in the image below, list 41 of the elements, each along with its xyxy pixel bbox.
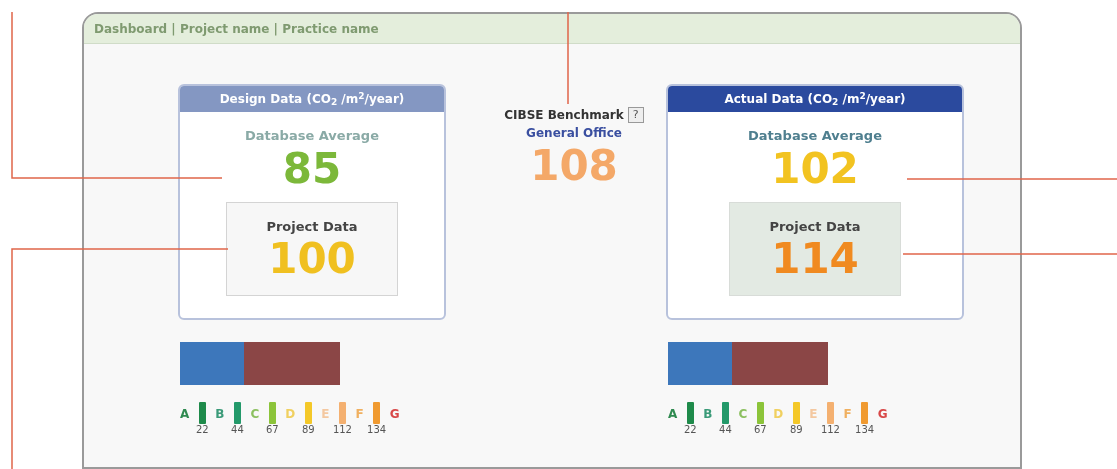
threshold-value: 134	[855, 424, 875, 436]
grade-letter: A	[180, 406, 190, 423]
grade-letter: F	[843, 406, 852, 423]
threshold-value: 134	[367, 424, 387, 436]
average-label: Database Average	[748, 127, 882, 145]
grade-letter: E	[321, 406, 330, 423]
threshold-value: 44	[231, 424, 244, 436]
threshold-value: 112	[820, 424, 840, 436]
grade-letter: E	[809, 406, 818, 423]
project-value: 100	[268, 236, 356, 282]
grade-letter: D	[773, 406, 784, 423]
threshold-value: 44	[719, 424, 732, 436]
card-title: Design Data (CO$_{2}$ /m$^{2}$/year)	[219, 90, 405, 108]
grade-letter: B	[703, 406, 713, 423]
average-value: 102	[771, 145, 859, 192]
threshold-value: 89	[301, 424, 315, 436]
grade-letter: D	[285, 406, 296, 423]
threshold-value: 22	[195, 424, 209, 436]
project-label: Project Data	[266, 217, 358, 236]
benchmark-value: 108	[530, 142, 618, 190]
grade-letter: G	[877, 406, 888, 423]
average-label: Database Average	[245, 127, 379, 145]
project-label: Project Data	[769, 217, 861, 236]
threshold-value: 22	[683, 424, 697, 436]
grade-letter: C	[738, 406, 748, 423]
help-button[interactable]: ?	[627, 107, 644, 123]
average-value: 85	[282, 145, 342, 192]
breadcrumb: Dashboard | Project name | Practice name	[94, 20, 379, 38]
threshold-value: 112	[332, 424, 352, 436]
threshold-value: 67	[265, 424, 279, 436]
card-title: Actual Data (CO$_{2}$ /m$^{2}$/year)	[724, 90, 906, 108]
grade-letter: A	[668, 406, 678, 423]
benchmark-title: CIBSE Benchmark	[504, 107, 624, 124]
grade-letter: F	[355, 406, 364, 423]
grade-letter: B	[215, 406, 225, 423]
project-value: 114	[771, 236, 859, 282]
grade-letter: G	[389, 406, 400, 423]
grade-letter: C	[250, 406, 260, 423]
threshold-value: 67	[753, 424, 767, 436]
threshold-value: 89	[789, 424, 803, 436]
benchmark-category: General Office	[526, 125, 622, 142]
